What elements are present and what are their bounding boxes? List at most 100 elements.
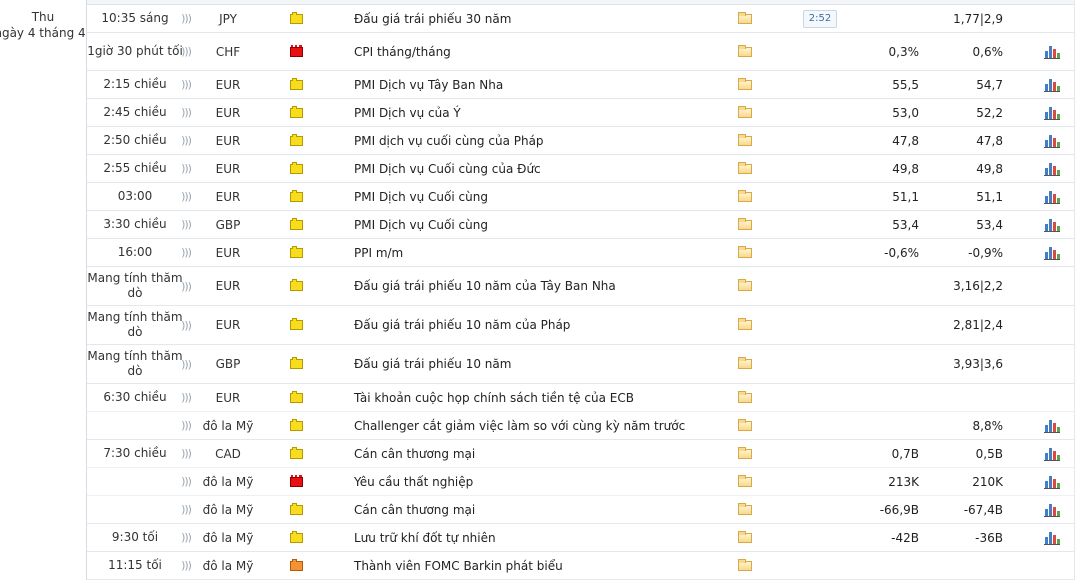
sound-alert-icon[interactable]: ))) <box>179 384 193 411</box>
bar-chart-icon[interactable] <box>1044 531 1060 545</box>
folder-cell[interactable] <box>735 496 755 523</box>
bar-chart-icon[interactable] <box>1044 78 1060 92</box>
folder-cell[interactable] <box>735 412 755 439</box>
chart-cell[interactable] <box>1037 412 1067 439</box>
sound-alert-icon[interactable]: ))) <box>179 5 193 32</box>
event-name[interactable]: PPI m/m <box>354 239 734 266</box>
table-row[interactable]: 6:30 chiều))) EUR Tài khoản cuộc họp chính… <box>87 384 1074 412</box>
table-row[interactable]: 2:55 chiều))) EUR PMI Dịch vụ Cuối cùng củ… <box>87 155 1074 183</box>
folder-cell[interactable] <box>735 127 755 154</box>
folder-icon[interactable] <box>738 279 752 291</box>
table-row[interactable]: 2:50 chiều))) EUR PMI dịch vụ cuối cùng củ… <box>87 127 1074 155</box>
table-row[interactable]: Mang tính thăm dò))) EUR Đấu giá trái phiế… <box>87 267 1074 306</box>
chart-cell[interactable] <box>1037 468 1067 495</box>
chart-cell[interactable] <box>1037 71 1067 98</box>
folder-icon[interactable] <box>738 217 752 230</box>
sound-alert-icon[interactable]: ))) <box>179 345 193 383</box>
folder-icon[interactable] <box>738 446 752 459</box>
folder-icon[interactable] <box>738 77 752 90</box>
folder-cell[interactable] <box>735 345 755 383</box>
sound-alert-icon[interactable]: ))) <box>179 211 193 238</box>
sound-alert-icon[interactable]: ))) <box>179 496 193 523</box>
chart-cell[interactable] <box>1037 155 1067 182</box>
sound-alert-icon[interactable]: ))) <box>179 155 193 182</box>
table-row[interactable]: 9:30 tối))) đô la Mỹ Lưu trữ khí đốt tự nh… <box>87 524 1074 552</box>
sound-alert-icon[interactable]: ))) <box>179 239 193 266</box>
folder-icon[interactable] <box>738 189 752 202</box>
chart-cell[interactable] <box>1037 239 1067 266</box>
folder-cell[interactable] <box>735 71 755 98</box>
folder-icon[interactable] <box>738 558 752 571</box>
sound-alert-icon[interactable]: ))) <box>179 440 193 467</box>
chart-cell[interactable] <box>1037 524 1067 551</box>
folder-icon[interactable] <box>738 161 752 174</box>
folder-icon[interactable] <box>738 474 752 487</box>
table-row[interactable]: 2:45 chiều))) EUR PMI Dịch vụ của Ý 53,0 52,… <box>87 99 1074 127</box>
table-row[interactable]: ))) đô la Mỹ Cán cân thương mại -66,9B -67,4… <box>87 496 1074 524</box>
table-row[interactable]: 10:35 sáng))) JPY Đấu giá trái phiếu 30 nă… <box>87 5 1074 33</box>
bar-chart-icon[interactable] <box>1044 246 1060 260</box>
table-row[interactable]: Mang tính thăm dò))) EUR Đấu giá trái phiế… <box>87 306 1074 345</box>
event-name[interactable]: PMI Dịch vụ Cuối cùng <box>354 183 734 210</box>
chart-cell[interactable] <box>1037 440 1067 467</box>
folder-icon[interactable] <box>738 357 752 369</box>
bar-chart-icon[interactable] <box>1044 162 1060 176</box>
event-name[interactable]: PMI Dịch vụ Cuối cùng <box>354 211 734 238</box>
sound-alert-icon[interactable]: ))) <box>179 552 193 579</box>
folder-cell[interactable] <box>735 239 755 266</box>
sound-alert-icon[interactable]: ))) <box>179 99 193 126</box>
sound-alert-icon[interactable]: ))) <box>179 306 193 344</box>
folder-icon[interactable] <box>738 245 752 258</box>
table-row[interactable]: 7:30 chiều))) CAD Cán cân thương mại 0,7B 0,… <box>87 440 1074 468</box>
chart-cell[interactable] <box>1037 127 1067 154</box>
event-name[interactable]: Đấu giá trái phiếu 30 năm <box>354 5 734 32</box>
table-row[interactable]: 03:00))) EUR PMI Dịch vụ Cuối cùng 51,1 51,1 <box>87 183 1074 211</box>
table-row[interactable]: 16:00))) EUR PPI m/m -0,6% -0,9% <box>87 239 1074 267</box>
folder-icon[interactable] <box>738 318 752 330</box>
folder-cell[interactable] <box>735 267 755 305</box>
bar-chart-icon[interactable] <box>1044 447 1060 461</box>
event-name[interactable]: Yêu cầu thất nghiệp <box>354 468 734 495</box>
folder-icon[interactable] <box>738 44 752 57</box>
folder-icon[interactable] <box>738 105 752 118</box>
event-name[interactable]: PMI Dịch vụ Tây Ban Nha <box>354 71 734 98</box>
sound-alert-icon[interactable]: ))) <box>179 412 193 439</box>
folder-cell[interactable] <box>735 440 755 467</box>
bar-chart-icon[interactable] <box>1044 218 1060 232</box>
sound-alert-icon[interactable]: ))) <box>179 127 193 154</box>
bar-chart-icon[interactable] <box>1044 419 1060 433</box>
event-name[interactable]: Cán cân thương mại <box>354 496 734 523</box>
sound-alert-icon[interactable]: ))) <box>179 183 193 210</box>
folder-cell[interactable] <box>735 468 755 495</box>
table-row[interactable]: ))) đô la Mỹ Yêu cầu thất nghiệp 213K 210K <box>87 468 1074 496</box>
table-row[interactable]: Mang tính thăm dò))) GBP Đấu giá trái phiế… <box>87 345 1074 384</box>
sound-alert-icon[interactable]: ))) <box>179 33 193 70</box>
chart-cell[interactable] <box>1037 183 1067 210</box>
event-name[interactable]: Challenger cắt giảm việc làm so với cùng… <box>354 412 734 439</box>
event-name[interactable]: PMI dịch vụ cuối cùng của Pháp <box>354 127 734 154</box>
event-name[interactable]: Đấu giá trái phiếu 10 năm <box>354 345 734 383</box>
folder-icon[interactable] <box>738 418 752 431</box>
sound-alert-icon[interactable]: ))) <box>179 71 193 98</box>
bar-chart-icon[interactable] <box>1044 190 1060 204</box>
folder-icon[interactable] <box>738 502 752 515</box>
chart-cell[interactable] <box>1037 33 1067 70</box>
folder-cell[interactable] <box>735 183 755 210</box>
folder-icon[interactable] <box>738 530 752 543</box>
sound-alert-icon[interactable]: ))) <box>179 468 193 495</box>
chart-cell[interactable] <box>1037 99 1067 126</box>
event-name[interactable]: CPI tháng/tháng <box>354 33 734 70</box>
table-row[interactable]: 1giờ 30 phút tối))) CHF CPI tháng/tháng 0,3… <box>87 33 1074 71</box>
event-name[interactable]: Cán cân thương mại <box>354 440 734 467</box>
folder-icon[interactable] <box>738 133 752 146</box>
event-name[interactable]: PMI Dịch vụ của Ý <box>354 99 734 126</box>
table-row[interactable]: 2:15 chiều))) EUR PMI Dịch vụ Tây Ban Nha 5… <box>87 71 1074 99</box>
chart-cell[interactable] <box>1037 496 1067 523</box>
table-row[interactable]: 11:15 tối))) đô la Mỹ Thành viên FOMC Bark… <box>87 552 1074 580</box>
folder-icon[interactable] <box>738 11 752 24</box>
folder-cell[interactable] <box>735 384 755 411</box>
bar-chart-icon[interactable] <box>1044 106 1060 120</box>
chart-cell[interactable] <box>1037 211 1067 238</box>
event-name[interactable]: Đấu giá trái phiếu 10 năm của Pháp <box>354 306 734 344</box>
folder-cell[interactable] <box>735 155 755 182</box>
